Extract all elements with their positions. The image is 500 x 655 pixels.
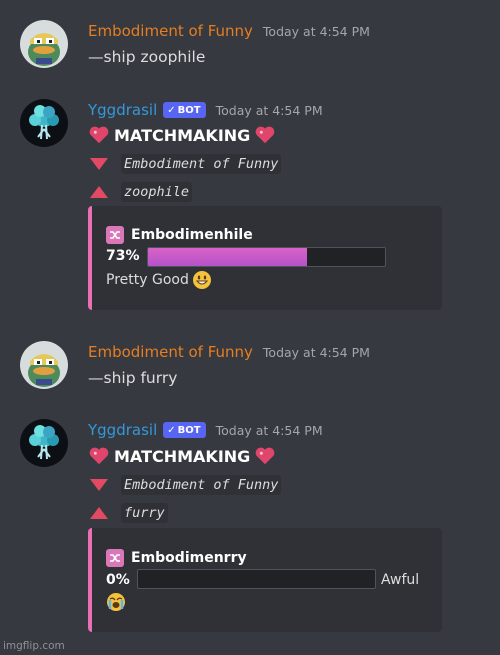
bot-badge: ✓ BOT xyxy=(163,422,206,438)
avatar-yggdrasil[interactable] xyxy=(20,99,68,147)
author-name[interactable]: Yggdrasil xyxy=(88,101,157,119)
embed-title: Embodimenrry xyxy=(106,549,247,567)
red-up-triangle-icon xyxy=(90,186,108,198)
bot-badge: ✓ BOT xyxy=(163,102,206,118)
ship-embed: Embodimenhile 73% Pretty Good xyxy=(88,206,442,310)
match-percent: 0% xyxy=(106,572,130,588)
timestamp: Today at 4:54 PM xyxy=(262,23,370,39)
avatar-yggdrasil[interactable] xyxy=(20,419,68,467)
red-down-triangle-icon xyxy=(90,479,108,491)
ship-user-1: Embodiment of Funny xyxy=(88,475,282,495)
message-header: Yggdrasil ✓ BOT Today at 4:54 PM xyxy=(88,421,323,439)
message-header: Embodiment of Funny Today at 4:54 PM xyxy=(88,22,370,40)
verified-check-icon: ✓ xyxy=(167,424,176,436)
grinning-face-icon xyxy=(192,271,211,289)
red-down-triangle-icon xyxy=(90,158,108,170)
match-progress-bar xyxy=(137,569,376,589)
shuffle-icon xyxy=(106,226,124,244)
message-header: Embodiment of Funny Today at 4:54 PM xyxy=(88,343,370,361)
inline-code: Embodiment of Funny xyxy=(121,154,282,174)
avatar-funny[interactable] xyxy=(20,341,68,389)
timestamp: Today at 4:54 PM xyxy=(215,102,323,118)
match-verdict: Awful xyxy=(381,572,420,588)
timestamp: Today at 4:54 PM xyxy=(215,422,323,438)
sparkling-heart-icon xyxy=(89,126,109,144)
inline-code: Embodiment of Funny xyxy=(121,475,282,495)
match-progress-bar xyxy=(147,247,386,267)
sparkling-heart-icon xyxy=(255,126,275,144)
ship-user-2: zoophile xyxy=(88,182,193,202)
timestamp: Today at 4:54 PM xyxy=(262,344,370,360)
message-header: Yggdrasil ✓ BOT Today at 4:54 PM xyxy=(88,101,323,119)
author-name[interactable]: Embodiment of Funny xyxy=(88,343,253,361)
red-up-triangle-icon xyxy=(90,507,108,519)
sparkling-heart-icon xyxy=(89,447,109,465)
matchmaking-title: MATCHMAKING xyxy=(88,124,276,146)
ship-user-1: Embodiment of Funny xyxy=(88,154,282,174)
match-percent: 73% xyxy=(106,248,140,264)
avatar-funny[interactable] xyxy=(20,20,68,68)
author-name[interactable]: Embodiment of Funny xyxy=(88,22,253,40)
message-text: —ship furry xyxy=(88,369,178,387)
ship-user-2: furry xyxy=(88,503,168,523)
progress-fill xyxy=(148,248,307,266)
match-verdict: Pretty Good xyxy=(106,270,212,290)
embed-title: Embodimenhile xyxy=(106,226,253,244)
message-text: —ship zoophile xyxy=(88,48,206,66)
inline-code: zoophile xyxy=(121,182,193,202)
verified-check-icon: ✓ xyxy=(167,104,176,116)
loudly-crying-face-icon xyxy=(107,593,125,611)
author-name[interactable]: Yggdrasil xyxy=(88,421,157,439)
matchmaking-title: MATCHMAKING xyxy=(88,445,276,467)
sparkling-heart-icon xyxy=(255,447,275,465)
inline-code: furry xyxy=(121,503,168,523)
imgflip-watermark: imgflip.com xyxy=(3,640,65,652)
ship-embed: Embodimenrry 0% Awful xyxy=(88,528,442,632)
shuffle-icon xyxy=(106,549,124,567)
